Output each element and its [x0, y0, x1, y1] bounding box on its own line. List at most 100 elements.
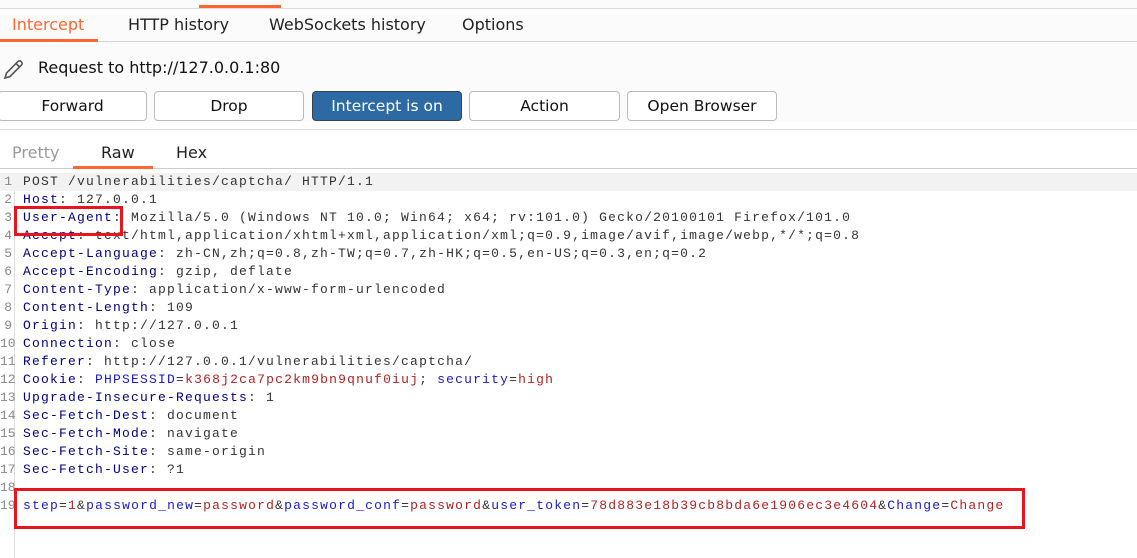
code-text: Content-Type: application/x-www-form-url… — [23, 281, 446, 299]
line-number: 15 — [0, 426, 16, 441]
intercept-toggle-button[interactable]: Intercept is on — [312, 91, 462, 121]
token-val: : same-origin — [149, 444, 267, 459]
code-line: 7 Content-Type: application/x-www-form-ur… — [0, 281, 1137, 299]
code-line: 15 Sec-Fetch-Mode: navigate — [0, 425, 1137, 443]
line-number: 18 — [0, 480, 16, 495]
line-number: 6 — [4, 264, 12, 279]
code-text: POST /vulnerabilities/captcha/ HTTP/1.1 — [23, 173, 374, 191]
code-text: Referer: http://127.0.0.1/vulnerabilitie… — [23, 353, 473, 371]
token-red: high — [518, 372, 555, 387]
tab-http-history[interactable]: HTTP history — [128, 15, 229, 34]
line-number: 7 — [4, 282, 12, 297]
tab-intercept[interactable]: Intercept — [12, 15, 84, 34]
token-key: Sec-Fetch-Site — [23, 444, 150, 459]
pencil-icon — [3, 60, 23, 80]
code-line: 8 Content-Length: 109 — [0, 299, 1137, 317]
token-val: : text/html,application/xhtml+xml,applic… — [77, 228, 861, 243]
line-number: 8 — [4, 300, 12, 315]
tab-pretty[interactable]: Pretty — [12, 143, 59, 162]
code-text: Accept-Encoding: gzip, deflate — [23, 263, 293, 281]
code-text: Cookie: PHPSESSID=k368j2ca7pc2km9bn9qnuf… — [23, 371, 554, 389]
token-val: : 1 — [248, 390, 276, 405]
code-line: 6 Accept-Encoding: gzip, deflate — [0, 263, 1137, 281]
token-val: = — [176, 372, 186, 387]
token-key: Upgrade-Insecure-Requests — [23, 390, 249, 405]
token-val: : ?1 — [149, 462, 186, 477]
line-number: 19 — [0, 498, 16, 513]
code-text: Sec-Fetch-User: ?1 — [23, 461, 185, 479]
token-key: Origin — [23, 318, 78, 333]
tab-hex[interactable]: Hex — [176, 143, 207, 162]
token-val: : application/x-www-form-urlencoded — [131, 282, 447, 297]
line-number: 13 — [0, 390, 16, 405]
user-agent-highlight-box — [14, 206, 123, 236]
request-target: Request to http://127.0.0.1:80 — [38, 58, 281, 77]
active-top-tab-indicator — [199, 5, 281, 8]
code-text: Sec-Fetch-Dest: document — [23, 407, 239, 425]
token-val: ; — [419, 372, 438, 387]
code-text: Origin: http://127.0.0.1 — [23, 317, 239, 335]
token-val: : — [77, 372, 96, 387]
code-text: Upgrade-Insecure-Requests: 1 — [23, 389, 275, 407]
line-number: 5 — [4, 246, 12, 261]
token-val: POST /vulnerabilities/captcha/ HTTP/1.1 — [23, 174, 375, 189]
line-number: 17 — [0, 462, 16, 477]
token-val: = — [509, 372, 519, 387]
line-number: 16 — [0, 444, 16, 459]
request-panel: Request to http://127.0.0.1:80 Forward D… — [0, 42, 1137, 122]
line-number: 2 — [4, 192, 12, 207]
token-key: Content-Type — [23, 282, 132, 297]
code-text: Content-Length: 109 — [23, 299, 194, 317]
token-key: Cookie — [23, 372, 78, 387]
token-val: : http://127.0.0.1/vulnerabilities/captc… — [86, 354, 474, 369]
code-line: 5 Accept-Language: zh-CN,zh;q=0.8,zh-TW;q… — [0, 245, 1137, 263]
code-text: Sec-Fetch-Mode: navigate — [23, 425, 239, 443]
open-browser-button[interactable]: Open Browser — [627, 91, 777, 121]
token-key: Sec-Fetch-User — [23, 462, 150, 477]
token-key: Accept-Language — [23, 246, 159, 261]
token-key: Connection — [23, 336, 114, 351]
token-key: Host — [23, 192, 60, 207]
code-line: 16 Sec-Fetch-Site: same-origin — [0, 443, 1137, 461]
code-line: 9 Origin: http://127.0.0.1 — [0, 317, 1137, 335]
token-key: Sec-Fetch-Mode — [23, 426, 150, 441]
message-view-tabs: Pretty Raw Hex — [0, 129, 1137, 169]
action-button[interactable]: Action — [469, 91, 620, 121]
body-params-highlight-box — [14, 488, 1025, 529]
token-val: : document — [149, 408, 240, 423]
tab-raw[interactable]: Raw — [101, 143, 135, 162]
token-val: : gzip, deflate — [158, 264, 294, 279]
token-key: Content-Length — [23, 300, 150, 315]
token-val: : navigate — [149, 426, 240, 441]
token-val: : zh-CN,zh;q=0.8,zh-TW;q=0.7,zh-HK;q=0.5… — [158, 246, 708, 261]
proxy-tabs: Intercept HTTP history WebSockets histor… — [0, 9, 1137, 42]
line-number: 12 — [0, 372, 16, 387]
line-number: 11 — [0, 354, 16, 369]
code-text: Sec-Fetch-Site: same-origin — [23, 443, 266, 461]
token-val: : close — [113, 336, 177, 351]
token-key: Referer — [23, 354, 87, 369]
tab-websockets-history[interactable]: WebSockets history — [269, 15, 426, 34]
line-number: 3 — [4, 210, 12, 225]
token-val: : http://127.0.0.1 — [77, 318, 240, 333]
line-number: 10 — [0, 336, 16, 351]
token-val: : Mozilla/5.0 (Windows NT 10.0; Win64; x… — [113, 210, 852, 225]
token-key: Sec-Fetch-Dest — [23, 408, 150, 423]
code-text: Accept-Language: zh-CN,zh;q=0.8,zh-TW;q=… — [23, 245, 707, 263]
line-number: 1 — [4, 174, 12, 189]
line-number: 9 — [4, 318, 12, 333]
code-line: 3 User-Agent: Mozilla/5.0 (Windows NT 10.… — [0, 209, 1137, 227]
code-text: Accept: text/html,application/xhtml+xml,… — [23, 227, 860, 245]
token-param: PHPSESSID — [95, 372, 177, 387]
drop-button[interactable]: Drop — [154, 91, 304, 121]
forward-button[interactable]: Forward — [0, 91, 147, 121]
token-val: : 127.0.0.1 — [59, 192, 159, 207]
line-number: 4 — [4, 228, 12, 243]
tab-options[interactable]: Options — [462, 15, 524, 34]
top-tab-bar — [0, 0, 1137, 9]
code-line: 4 Accept: text/html,application/xhtml+xml… — [0, 227, 1137, 245]
code-line: 12 Cookie: PHPSESSID=k368j2ca7pc2km9bn9qn… — [0, 371, 1137, 389]
token-red: k368j2ca7pc2km9bn9qnuf0iuj — [185, 372, 420, 387]
token-key: Accept-Encoding — [23, 264, 159, 279]
code-line: 13 Upgrade-Insecure-Requests: 1 — [0, 389, 1137, 407]
